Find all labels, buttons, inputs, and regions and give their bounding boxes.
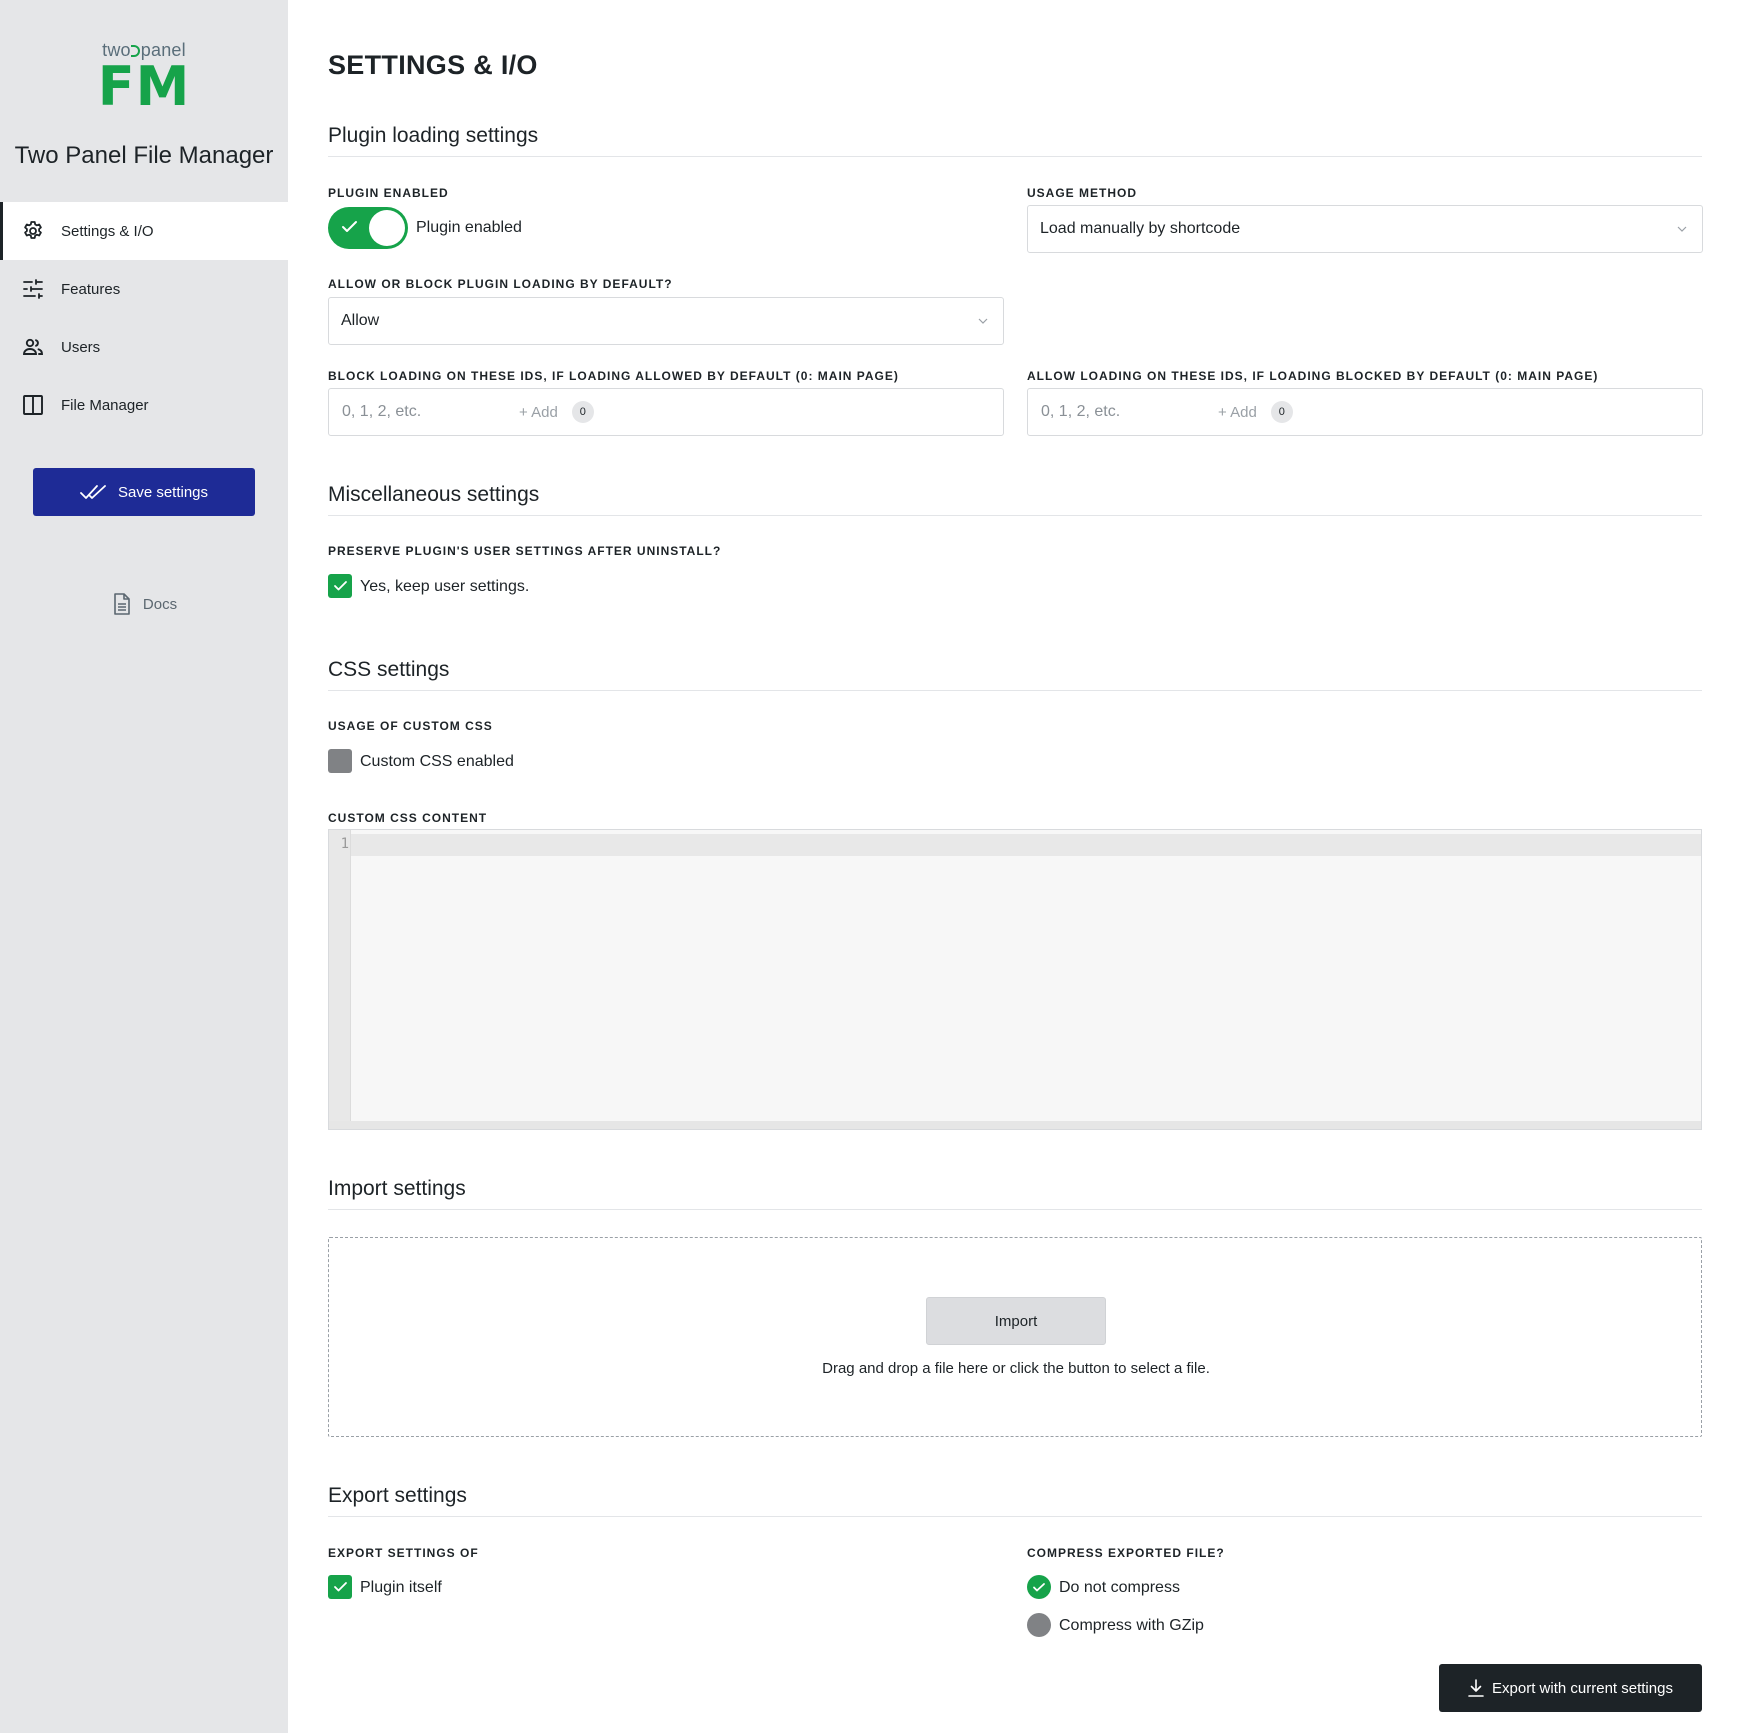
sidebar-item-users[interactable]: Users bbox=[0, 318, 288, 376]
page-title: SETTINGS & I/O bbox=[328, 50, 538, 80]
docs-label: Docs bbox=[142, 595, 178, 613]
block-ids-add-button[interactable]: + Add bbox=[519, 404, 558, 421]
preserve-settings-checkbox[interactable] bbox=[328, 574, 352, 598]
allow-ids-label: ALLOW LOADING ON THESE IDS, IF LOADING B… bbox=[1027, 369, 1599, 383]
import-hint: Drag and drop a file here or click the b… bbox=[822, 1360, 1210, 1377]
section-title-misc: Miscellaneous settings bbox=[328, 483, 1702, 516]
chevron-down-icon bbox=[1677, 226, 1687, 232]
chevron-down-icon bbox=[978, 318, 988, 324]
usage-method-select[interactable]: Load manually by shortcode bbox=[1027, 205, 1703, 253]
allow-ids-placeholder: 0, 1, 2, etc. bbox=[1041, 403, 1121, 420]
block-ids-tag[interactable]: 0 bbox=[571, 401, 594, 423]
section-title-import: Import settings bbox=[328, 1177, 1702, 1210]
compress-label: COMPRESS EXPORTED FILE? bbox=[1027, 1546, 1225, 1560]
save-settings-button[interactable]: Save settings bbox=[33, 468, 255, 516]
export-plugin-itself-checkbox[interactable] bbox=[328, 1575, 352, 1599]
block-ids-label: BLOCK LOADING ON THESE IDS, IF LOADING A… bbox=[328, 369, 899, 383]
sidebar-item-settings[interactable]: Settings & I/O bbox=[0, 202, 288, 260]
sidebar-item-file-manager[interactable]: File Manager bbox=[0, 376, 288, 434]
editor-active-line bbox=[351, 834, 1701, 856]
app-name: Two Panel File Manager bbox=[14, 142, 274, 169]
plugin-enabled-toggle[interactable] bbox=[328, 207, 408, 249]
usage-method-label: USAGE METHOD bbox=[1027, 186, 1138, 200]
download-icon bbox=[1468, 1679, 1484, 1697]
section-title-plugin-loading: Plugin loading settings bbox=[328, 124, 1702, 157]
users-icon bbox=[20, 334, 46, 360]
logo-fm: FM bbox=[97, 55, 191, 118]
preserve-settings-text: Yes, keep user settings. bbox=[360, 578, 530, 595]
export-button-label: Export with current settings bbox=[1492, 1679, 1673, 1697]
check-icon bbox=[333, 581, 347, 591]
editor-gutter bbox=[329, 830, 351, 1129]
document-icon bbox=[114, 593, 130, 615]
allow-ids-input[interactable]: 0, 1, 2, etc. + Add 0 bbox=[1027, 388, 1703, 436]
check-icon bbox=[333, 1582, 347, 1592]
default-loading-value: Allow bbox=[341, 312, 380, 329]
compress-none-radio[interactable] bbox=[1027, 1575, 1051, 1599]
docs-link[interactable]: Docs bbox=[0, 592, 288, 616]
custom-css-content-label: CUSTOM CSS CONTENT bbox=[328, 811, 488, 825]
sidebar-item-label: Settings & I/O bbox=[61, 222, 154, 240]
compress-gzip-radio[interactable] bbox=[1027, 1613, 1051, 1637]
default-loading-label: ALLOW OR BLOCK PLUGIN LOADING BY DEFAULT… bbox=[328, 277, 673, 291]
check-icon bbox=[342, 221, 357, 232]
preserve-settings-label: PRESERVE PLUGIN'S USER SETTINGS AFTER UN… bbox=[328, 544, 722, 558]
columns-icon bbox=[20, 392, 46, 418]
compress-none-text: Do not compress bbox=[1059, 1579, 1180, 1596]
export-plugin-itself-text: Plugin itself bbox=[360, 1579, 442, 1596]
export-of-label: EXPORT SETTINGS OF bbox=[328, 1546, 479, 1560]
plugin-enabled-text: Plugin enabled bbox=[416, 219, 522, 236]
check-icon bbox=[1033, 1582, 1045, 1591]
sidebar-item-label: Features bbox=[61, 280, 121, 298]
editor-scrollbar[interactable] bbox=[329, 1121, 1701, 1129]
custom-css-checkbox[interactable] bbox=[328, 749, 352, 773]
default-loading-select[interactable]: Allow bbox=[328, 297, 1004, 345]
section-title-css: CSS settings bbox=[328, 658, 1702, 691]
save-settings-label: Save settings bbox=[117, 483, 209, 501]
sidebar-item-label: Users bbox=[61, 338, 101, 356]
import-dropzone[interactable]: Import Drag and drop a file here or clic… bbox=[328, 1237, 1702, 1437]
sidebar: two panel FM Two Panel File Manager Setti… bbox=[0, 0, 288, 1733]
allow-ids-tag[interactable]: 0 bbox=[1270, 401, 1293, 423]
export-button[interactable]: Export with current settings bbox=[1439, 1664, 1702, 1712]
custom-css-editor[interactable]: 1 bbox=[328, 829, 1702, 1130]
logo: two panel FM bbox=[0, 40, 288, 115]
section-title-export: Export settings bbox=[328, 1484, 1702, 1517]
custom-css-text: Custom CSS enabled bbox=[360, 753, 514, 770]
gear-icon bbox=[20, 218, 46, 244]
sidebar-item-features[interactable]: Features bbox=[0, 260, 288, 318]
import-button[interactable]: Import bbox=[926, 1297, 1106, 1345]
plugin-enabled-label: PLUGIN ENABLED bbox=[328, 186, 449, 200]
sliders-icon bbox=[20, 276, 46, 302]
toggle-knob bbox=[369, 210, 405, 246]
allow-ids-add-button[interactable]: + Add bbox=[1218, 404, 1257, 421]
double-check-icon bbox=[80, 485, 106, 499]
line-number: 1 bbox=[340, 836, 349, 852]
sidebar-nav: Settings & I/O Features Users File Manag… bbox=[0, 202, 288, 434]
custom-css-usage-label: USAGE OF CUSTOM CSS bbox=[328, 719, 493, 733]
compress-gzip-text: Compress with GZip bbox=[1059, 1617, 1204, 1634]
usage-method-value: Load manually by shortcode bbox=[1040, 220, 1241, 237]
sidebar-item-label: File Manager bbox=[61, 396, 149, 414]
block-ids-placeholder: 0, 1, 2, etc. bbox=[342, 403, 422, 420]
block-ids-input[interactable]: 0, 1, 2, etc. + Add 0 bbox=[328, 388, 1004, 436]
